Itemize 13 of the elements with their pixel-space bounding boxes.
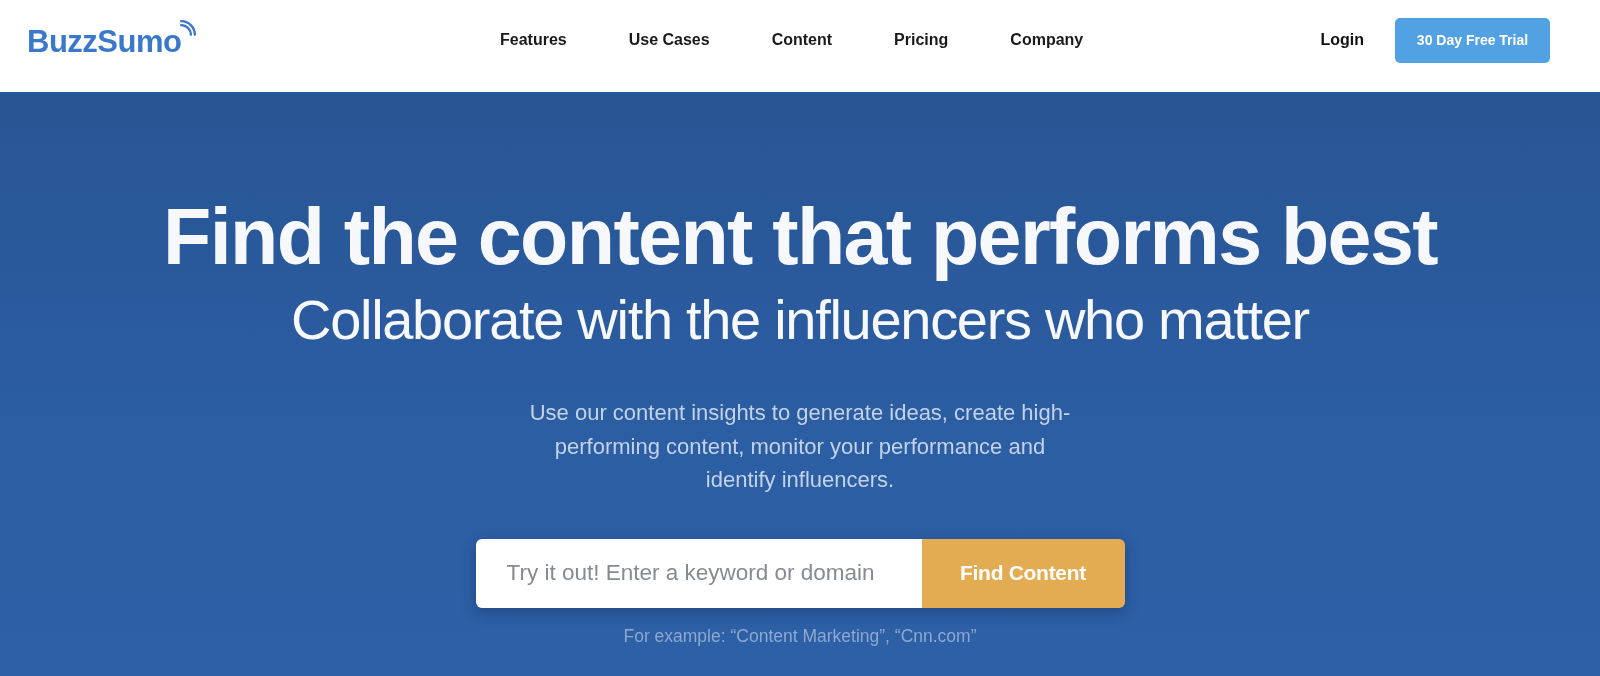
nav-link[interactable]: Use Cases (597, 23, 741, 57)
hero-subheadline: Collaborate with the influencers who matter (291, 288, 1309, 352)
hero-description: Use our content insights to generate ideas, create high-performing content, monitor your performance and identify influencers. (528, 399, 1072, 494)
search-field[interactable]: Try it out! Enter a keyword or domain (475, 538, 922, 608)
hero-headline: Find the content that performs best (163, 191, 1437, 283)
signal-arcs-icon (180, 20, 197, 36)
logo-text[interactable]: BuzzSumo (27, 24, 182, 60)
nav-link[interactable]: Features (469, 23, 598, 57)
nav-link[interactable]: Pricing (863, 23, 980, 57)
nav-link[interactable]: Content (740, 23, 864, 57)
login-link[interactable]: Login (1320, 31, 1364, 49)
nav-link[interactable]: Company (979, 23, 1115, 57)
example-hint: For example: “Content Marketing”, “Cnn.com” (623, 626, 977, 645)
